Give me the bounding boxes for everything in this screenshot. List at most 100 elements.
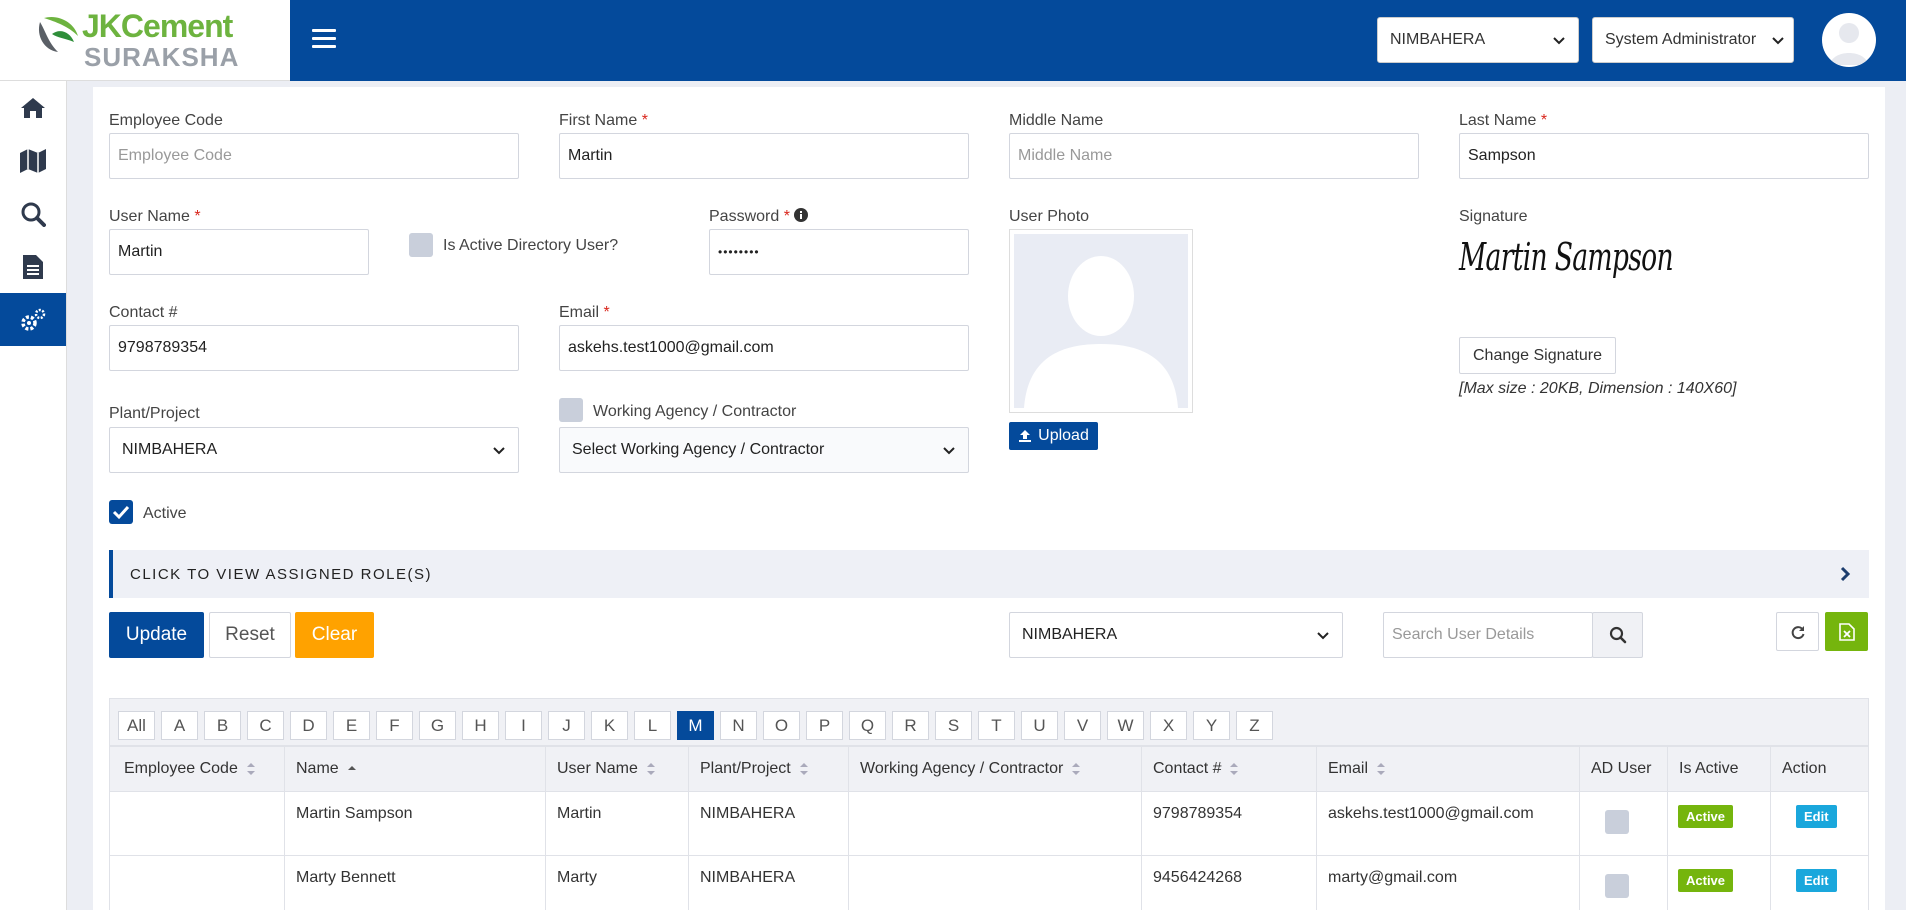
- password-label: Password *: [709, 208, 809, 226]
- cell-agency: [848, 791, 1142, 856]
- col-name[interactable]: Name: [284, 746, 546, 792]
- letter-q[interactable]: Q: [849, 711, 886, 740]
- email-input[interactable]: askehs.test1000@gmail.com: [559, 325, 969, 371]
- table-header-row: Employee Code Name User Name Plant/Proje…: [109, 746, 1869, 792]
- first-name-input[interactable]: Martin: [559, 133, 969, 179]
- signature-hint: [Max size : 20KB, Dimension : 140X60]: [1459, 380, 1737, 397]
- top-bar: NIMBAHERA System Administrator: [290, 0, 1906, 81]
- password-input[interactable]: ••••••••: [709, 229, 969, 275]
- cell-employee-code: [109, 791, 285, 856]
- employee-code-input[interactable]: Employee Code: [109, 133, 519, 179]
- search-button[interactable]: [1592, 612, 1643, 658]
- side-navigation: [0, 81, 67, 910]
- refresh-button[interactable]: [1776, 612, 1819, 651]
- col-plant[interactable]: Plant/Project: [688, 746, 849, 792]
- refresh-icon: [1791, 625, 1804, 639]
- nav-map[interactable]: [0, 134, 66, 187]
- clear-button[interactable]: Clear: [295, 612, 374, 658]
- cell-contact: 9456424268: [1141, 855, 1317, 910]
- col-user-name[interactable]: User Name: [545, 746, 689, 792]
- col-contact[interactable]: Contact #: [1141, 746, 1317, 792]
- letter-l[interactable]: L: [634, 711, 671, 740]
- letter-u[interactable]: U: [1021, 711, 1058, 740]
- letter-d[interactable]: D: [290, 711, 327, 740]
- ad-user-row-checkbox[interactable]: [1605, 810, 1629, 834]
- cell-user-name: Martin: [545, 791, 689, 856]
- letter-e[interactable]: E: [333, 711, 370, 740]
- cell-name: Martin Sampson: [284, 791, 546, 856]
- nav-search[interactable]: [0, 187, 66, 240]
- letter-z[interactable]: Z: [1236, 711, 1273, 740]
- header-plant-select[interactable]: NIMBAHERA: [1377, 17, 1579, 63]
- cell-name: Marty Bennett: [284, 855, 546, 910]
- letter-t[interactable]: T: [978, 711, 1015, 740]
- active-checkbox[interactable]: [109, 500, 133, 524]
- update-button[interactable]: Update: [109, 612, 204, 658]
- user-silhouette-icon: [1830, 23, 1868, 65]
- letter-all[interactable]: All: [118, 711, 155, 740]
- letter-a[interactable]: A: [161, 711, 198, 740]
- nav-documents[interactable]: [0, 240, 66, 293]
- contact-input[interactable]: 9798789354: [109, 325, 519, 371]
- ad-user-row-checkbox[interactable]: [1605, 874, 1629, 898]
- letter-c[interactable]: C: [247, 711, 284, 740]
- letter-p[interactable]: P: [806, 711, 843, 740]
- letter-s[interactable]: S: [935, 711, 972, 740]
- change-signature-button[interactable]: Change Signature: [1459, 337, 1616, 374]
- ad-user-checkbox[interactable]: [409, 233, 433, 257]
- assigned-roles-label: CLICK TO VIEW ASSIGNED ROLE(S): [130, 565, 433, 583]
- edit-button[interactable]: Edit: [1796, 805, 1837, 828]
- middle-name-input[interactable]: Middle Name: [1009, 133, 1419, 179]
- status-badge: Active: [1678, 805, 1734, 828]
- cell-user-name: Marty: [545, 855, 689, 910]
- col-working-agency[interactable]: Working Agency / Contractor: [848, 746, 1142, 792]
- letter-w[interactable]: W: [1107, 711, 1144, 740]
- cell-agency: [848, 855, 1142, 910]
- hamburger-menu-icon[interactable]: [312, 29, 336, 51]
- letter-o[interactable]: O: [763, 711, 800, 740]
- checkmark-icon: [112, 505, 130, 520]
- user-avatar[interactable]: [1822, 13, 1876, 67]
- user-photo-frame: [1009, 229, 1193, 413]
- search-user-input[interactable]: Search User Details: [1383, 612, 1593, 658]
- edit-button[interactable]: Edit: [1796, 869, 1837, 892]
- letter-h[interactable]: H: [462, 711, 499, 740]
- info-icon[interactable]: [794, 208, 809, 222]
- letter-g[interactable]: G: [419, 711, 456, 740]
- letter-f[interactable]: F: [376, 711, 413, 740]
- export-excel-button[interactable]: [1825, 612, 1868, 651]
- reset-button[interactable]: Reset: [209, 612, 291, 658]
- letter-v[interactable]: V: [1064, 711, 1101, 740]
- working-agency-select[interactable]: Select Working Agency / Contractor: [559, 427, 969, 473]
- last-name-input[interactable]: Sampson: [1459, 133, 1869, 179]
- last-name-label: Last Name *: [1459, 112, 1548, 129]
- working-agency-checkbox[interactable]: [559, 398, 583, 422]
- middle-name-label: Middle Name: [1009, 112, 1104, 129]
- letter-i[interactable]: I: [505, 711, 542, 740]
- app-logo[interactable]: JKCement SURAKSHA: [0, 0, 290, 81]
- letter-m[interactable]: M: [677, 711, 714, 740]
- user-name-input[interactable]: Martin: [109, 229, 369, 275]
- nav-settings[interactable]: [0, 293, 66, 346]
- header-role-select[interactable]: System Administrator: [1592, 17, 1794, 63]
- sort-icon: [799, 762, 808, 775]
- cell-is-active: Active: [1667, 791, 1771, 856]
- letter-n[interactable]: N: [720, 711, 757, 740]
- letter-b[interactable]: B: [204, 711, 241, 740]
- letter-y[interactable]: Y: [1193, 711, 1230, 740]
- cell-is-active: Active: [1667, 855, 1771, 910]
- letter-r[interactable]: R: [892, 711, 929, 740]
- chevron-down-icon: [1317, 632, 1329, 640]
- filter-plant-select[interactable]: NIMBAHERA: [1009, 612, 1343, 658]
- col-employee-code[interactable]: Employee Code: [109, 746, 285, 792]
- letter-x[interactable]: X: [1150, 711, 1187, 740]
- upload-photo-button[interactable]: Upload: [1009, 422, 1098, 450]
- table-row: Marty Bennett Marty NIMBAHERA 9456424268…: [109, 855, 1869, 910]
- letter-k[interactable]: K: [591, 711, 628, 740]
- assigned-roles-toggle[interactable]: CLICK TO VIEW ASSIGNED ROLE(S): [109, 550, 1869, 598]
- user-name-label: User Name *: [109, 208, 201, 225]
- letter-j[interactable]: J: [548, 711, 585, 740]
- nav-home[interactable]: [0, 81, 66, 134]
- col-email[interactable]: Email: [1316, 746, 1580, 792]
- plant-select[interactable]: NIMBAHERA: [109, 427, 519, 473]
